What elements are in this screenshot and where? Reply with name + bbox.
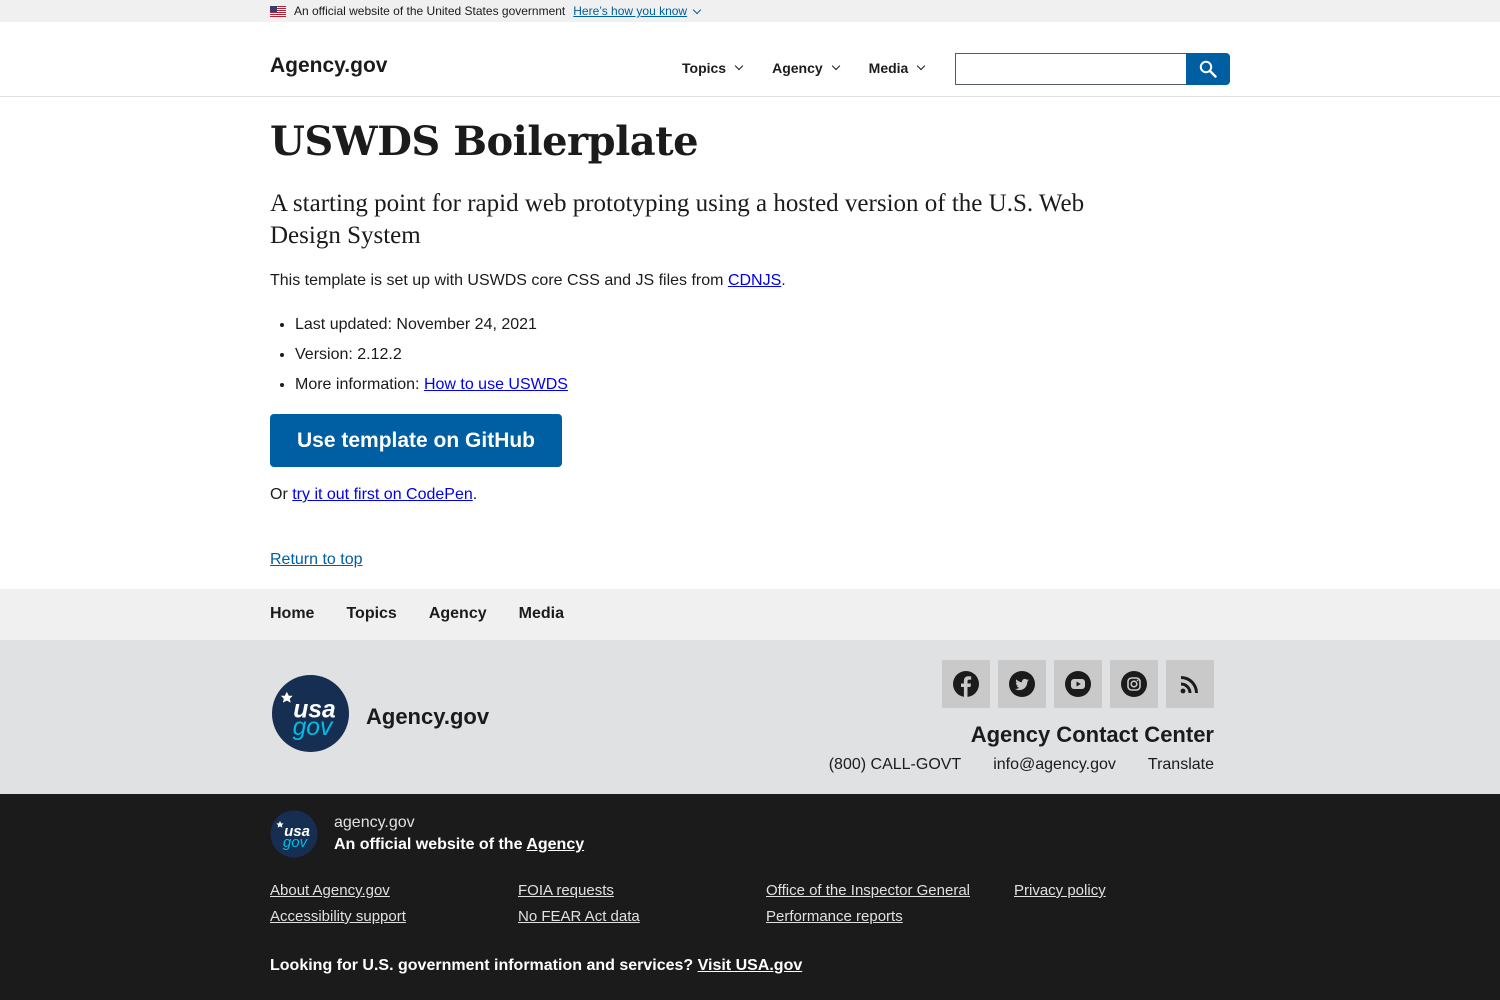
facebook-link[interactable]	[942, 660, 990, 708]
return-to-top-link[interactable]: Return to top	[270, 551, 363, 569]
accessibility-support-link[interactable]: Accessibility support	[270, 908, 518, 925]
page-title: USWDS Boilerplate	[270, 118, 699, 165]
contact-heading: Agency Contact Center	[970, 722, 1214, 747]
privacy-policy-link[interactable]: Privacy policy	[1014, 882, 1262, 899]
footer-nav-topics[interactable]: Topics	[346, 605, 396, 623]
usa-gov-callout: Looking for U.S. government information …	[270, 957, 803, 974]
footer-nav-agency[interactable]: Agency	[429, 605, 487, 623]
chevron-down-icon	[917, 61, 926, 71]
footer-nav: Home Topics Agency Media	[0, 589, 1500, 640]
usa-gov-logo-small: usa gov	[270, 810, 318, 858]
youtube-link[interactable]	[1054, 660, 1102, 708]
search-input[interactable]	[955, 53, 1186, 85]
identifier: usa gov agency.gov An official website o…	[0, 794, 1500, 1000]
search-button[interactable]	[1186, 53, 1230, 85]
youtube-icon	[1065, 671, 1091, 697]
translate-link[interactable]: Translate	[1148, 756, 1214, 774]
identifier-description: An official website of the Agency	[334, 836, 585, 853]
contact-email[interactable]: info@agency.gov	[993, 756, 1116, 774]
use-template-github-button[interactable]: Use template on GitHub	[270, 414, 562, 467]
site-logo[interactable]: Agency.gov	[270, 54, 387, 78]
cdnjs-link[interactable]: CDNJS	[728, 272, 781, 289]
list-item-updated: Last updated: November 24, 2021	[295, 315, 568, 345]
site-header: Agency.gov Topics Agency Media	[0, 22, 1500, 97]
list-item-more-info: More information: How to use USWDS	[295, 375, 568, 405]
twitter-link[interactable]	[998, 660, 1046, 708]
facebook-icon	[953, 671, 979, 697]
identifier-domain: agency.gov	[334, 814, 415, 831]
identifier-links: About Agency.gov FOIA requests Office of…	[270, 882, 1262, 925]
instagram-link[interactable]	[1110, 660, 1158, 708]
info-list: Last updated: November 24, 2021 Version:…	[295, 315, 568, 405]
social-links	[942, 660, 1222, 708]
nav-media[interactable]: Media	[869, 60, 926, 76]
nav-agency[interactable]: Agency	[772, 60, 840, 76]
rss-link[interactable]	[1166, 660, 1214, 708]
intro-paragraph: This template is set up with USWDS core …	[270, 272, 786, 289]
contact-phone[interactable]: (800) CALL-GOVT	[829, 756, 961, 774]
twitter-icon	[1009, 671, 1035, 697]
footer-nav-media[interactable]: Media	[519, 605, 564, 623]
contact-links: (800) CALL-GOVT info@agency.gov Translat…	[797, 756, 1214, 774]
visit-usa-gov-link[interactable]: Visit USA.gov	[698, 957, 803, 974]
search-icon	[1199, 60, 1217, 78]
agency-link[interactable]: Agency	[526, 836, 584, 853]
primary-nav: Topics Agency Media	[682, 60, 954, 76]
inspector-general-link[interactable]: Office of the Inspector General	[766, 882, 1014, 899]
list-item-version: Version: 2.12.2	[295, 345, 568, 375]
instagram-icon	[1121, 671, 1147, 697]
no-fear-act-link[interactable]: No FEAR Act data	[518, 908, 766, 925]
gov-banner: An official website of the United States…	[0, 0, 1500, 22]
about-agency-link[interactable]: About Agency.gov	[270, 882, 518, 899]
footer-agency-name: Agency.gov	[366, 704, 490, 729]
nav-topics[interactable]: Topics	[682, 60, 744, 76]
search-form	[955, 53, 1230, 85]
lead-paragraph: A starting point for rapid web prototypi…	[270, 190, 1085, 249]
us-flag-icon	[270, 5, 286, 17]
footer-secondary: usa gov Agency.gov Agency Contact Center…	[0, 640, 1500, 794]
chevron-down-icon	[831, 61, 840, 71]
footer-nav-home[interactable]: Home	[270, 605, 314, 623]
codepen-paragraph: Or try it out first on CodePen.	[270, 486, 478, 503]
svg-text:gov: gov	[293, 714, 334, 741]
banner-text: An official website of the United States…	[294, 4, 566, 18]
usa-gov-logo: usa gov	[271, 674, 350, 753]
how-to-use-uswds-link[interactable]: How to use USWDS	[424, 376, 568, 393]
performance-reports-link[interactable]: Performance reports	[766, 908, 1014, 925]
chevron-down-icon	[692, 5, 702, 15]
codepen-link[interactable]: try it out first on CodePen	[292, 486, 473, 503]
foia-requests-link[interactable]: FOIA requests	[518, 882, 766, 899]
svg-text:gov: gov	[283, 834, 309, 851]
chevron-down-icon	[734, 61, 744, 71]
rss-icon	[1180, 676, 1198, 694]
heres-how-you-know-link[interactable]: Here’s how you know	[573, 4, 702, 18]
